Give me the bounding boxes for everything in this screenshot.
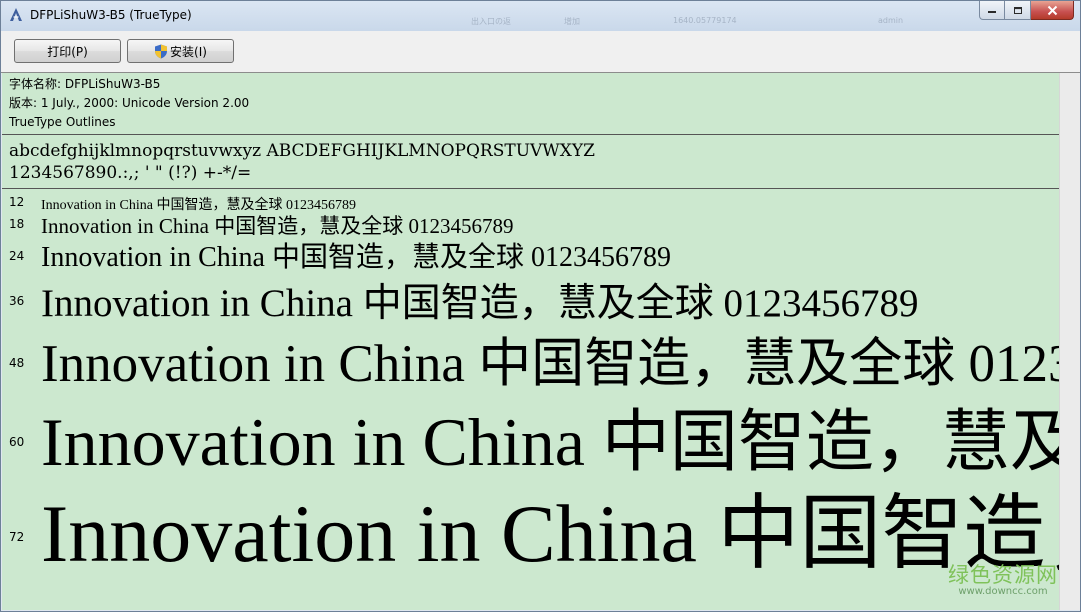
font-app-icon [10, 8, 22, 21]
print-button[interactable]: 打印(P) [14, 39, 121, 63]
size-label: 60 [9, 435, 25, 449]
vertical-scrollbar[interactable] [1059, 73, 1080, 610]
close-button[interactable] [1031, 1, 1074, 20]
size-label: 48 [9, 356, 25, 370]
title-bar[interactable]: DFPLiShuW3-B5 (TrueType) 出入口の返 增加 1640.0… [1, 1, 1080, 31]
section-divider [2, 188, 1059, 189]
window-title: DFPLiShuW3-B5 (TrueType) [30, 8, 192, 22]
window-controls [979, 1, 1074, 21]
font-type-line: TrueType Outlines [9, 115, 116, 129]
font-viewer-window: DFPLiShuW3-B5 (TrueType) 出入口の返 增加 1640.0… [0, 0, 1081, 612]
sample-text: Innovation in China 中国智造，慧及全球 0123456789 [41, 242, 671, 273]
size-label: 36 [9, 294, 25, 308]
maximize-button[interactable] [1005, 1, 1031, 20]
restore-icon [1013, 7, 1022, 14]
close-icon [1047, 5, 1057, 15]
font-preview-pane[interactable]: 字体名称: DFPLiShuW3-B5 版本: 1 July., 2000: U… [2, 73, 1059, 610]
font-version-line: 版本: 1 July., 2000: Unicode Version 2.00 [9, 96, 250, 110]
background-ghost-text: admin [878, 16, 904, 25]
watermark-text: 绿色资源网 [948, 563, 1058, 587]
size-label: 18 [9, 217, 25, 231]
sample-text: Innovation in China 中国智造，慧及全球 0123456789 [41, 488, 1059, 579]
section-divider [2, 134, 1059, 135]
print-button-label: 打印(P) [47, 44, 88, 59]
charset-letters: abcdefghijklmnopqrstuvwxyz ABCDEFGHIJKLM… [9, 141, 595, 161]
minimize-button[interactable] [979, 1, 1005, 20]
size-label: 12 [9, 195, 25, 209]
charset-digits-symbols: 1234567890.:,; ' " (!?) +-*/= [9, 163, 252, 183]
background-ghost-text: 增加 [564, 17, 580, 26]
toolbar: 打印(P) 安装(I) [1, 31, 1080, 73]
minimize-icon [988, 11, 996, 13]
size-label: 72 [9, 530, 25, 544]
install-button[interactable]: 安装(I) [127, 39, 234, 63]
install-button-label: 安装(I) [170, 44, 207, 59]
sample-text: Innovation in China 中国智造，慧及全球 0123456789 [41, 282, 919, 325]
size-label: 24 [9, 249, 25, 263]
font-name-line: 字体名称: DFPLiShuW3-B5 [9, 77, 161, 91]
uac-shield-icon [155, 44, 168, 58]
background-ghost-text: 1640.05779174 [673, 16, 737, 25]
watermark: 绿色资源网 www.downcc.com [948, 564, 1058, 598]
watermark-url: www.downcc.com [958, 586, 1048, 597]
background-ghost-text: 出入口の返 [471, 17, 511, 26]
